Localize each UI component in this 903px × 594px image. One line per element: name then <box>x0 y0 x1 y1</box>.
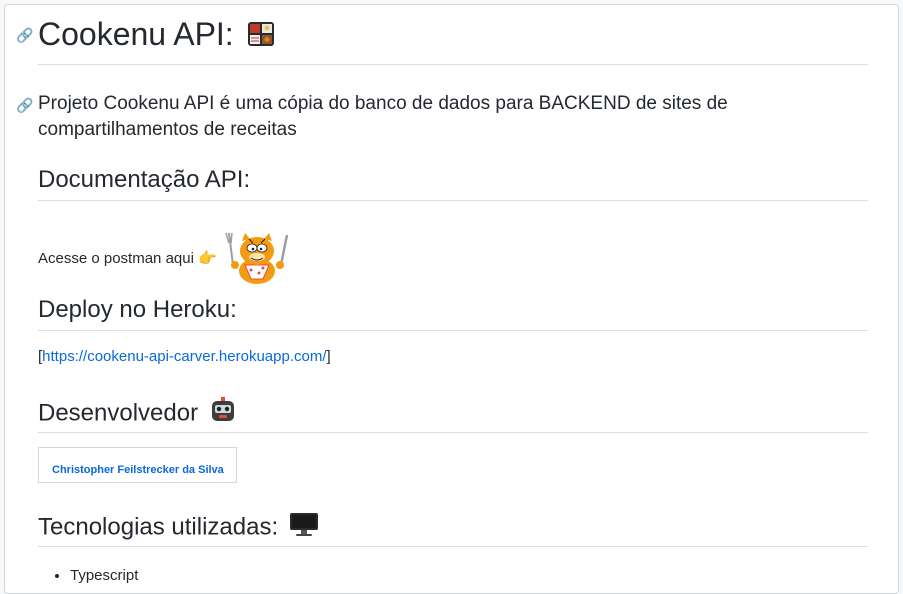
developer-heading-text: Desenvolvedor <box>38 399 199 427</box>
desktop-computer-icon <box>289 511 319 545</box>
deploy-heading: Deploy no Heroku: <box>38 295 868 331</box>
project-intro: Projeto Cookenu API é uma cópia do banco… <box>38 93 728 140</box>
developer-name-link[interactable]: Christopher Feilstrecker da Silva <box>52 464 224 476</box>
developer-card[interactable]: Christopher Feilstrecker da Silva <box>38 447 237 483</box>
link-anchor-icon[interactable]: 🔗 <box>16 97 33 114</box>
page-title: Cookenu API: <box>38 14 868 65</box>
link-anchor-icon[interactable]: 🔗 <box>16 27 33 44</box>
tech-heading-text: Tecnologias utilizadas: <box>38 513 279 541</box>
docs-heading-text: Documentação API: <box>38 166 251 193</box>
readme-card: 🔗 Cookenu API: 🔗 Projeto Cookenu API é u… <box>4 4 899 594</box>
bracket-close: ] <box>326 348 331 365</box>
pointing-hand-icon: 👉 <box>198 250 217 267</box>
docs-heading: Documentação API: <box>38 165 868 201</box>
tech-heading: Tecnologias utilizadas: <box>38 511 868 547</box>
tech-list: Typescript <box>38 565 138 587</box>
deploy-heading-text: Deploy no Heroku: <box>38 296 237 323</box>
developer-heading: Desenvolvedor <box>38 397 868 433</box>
page-title-text: Cookenu API: <box>38 16 234 52</box>
docs-text: Acesse o postman aqui <box>38 250 194 267</box>
robot-icon <box>209 397 237 431</box>
list-item: Typescript <box>70 565 138 587</box>
bento-box-icon <box>247 17 275 57</box>
garfield-eating-image[interactable] <box>223 231 293 292</box>
docs-paragraph: Acesse o postman aqui 👉 <box>38 231 293 292</box>
deploy-paragraph: [https://cookenu-api-carver.herokuapp.co… <box>38 346 331 368</box>
heroku-deploy-link[interactable]: https://cookenu-api-carver.herokuapp.com… <box>42 348 326 365</box>
